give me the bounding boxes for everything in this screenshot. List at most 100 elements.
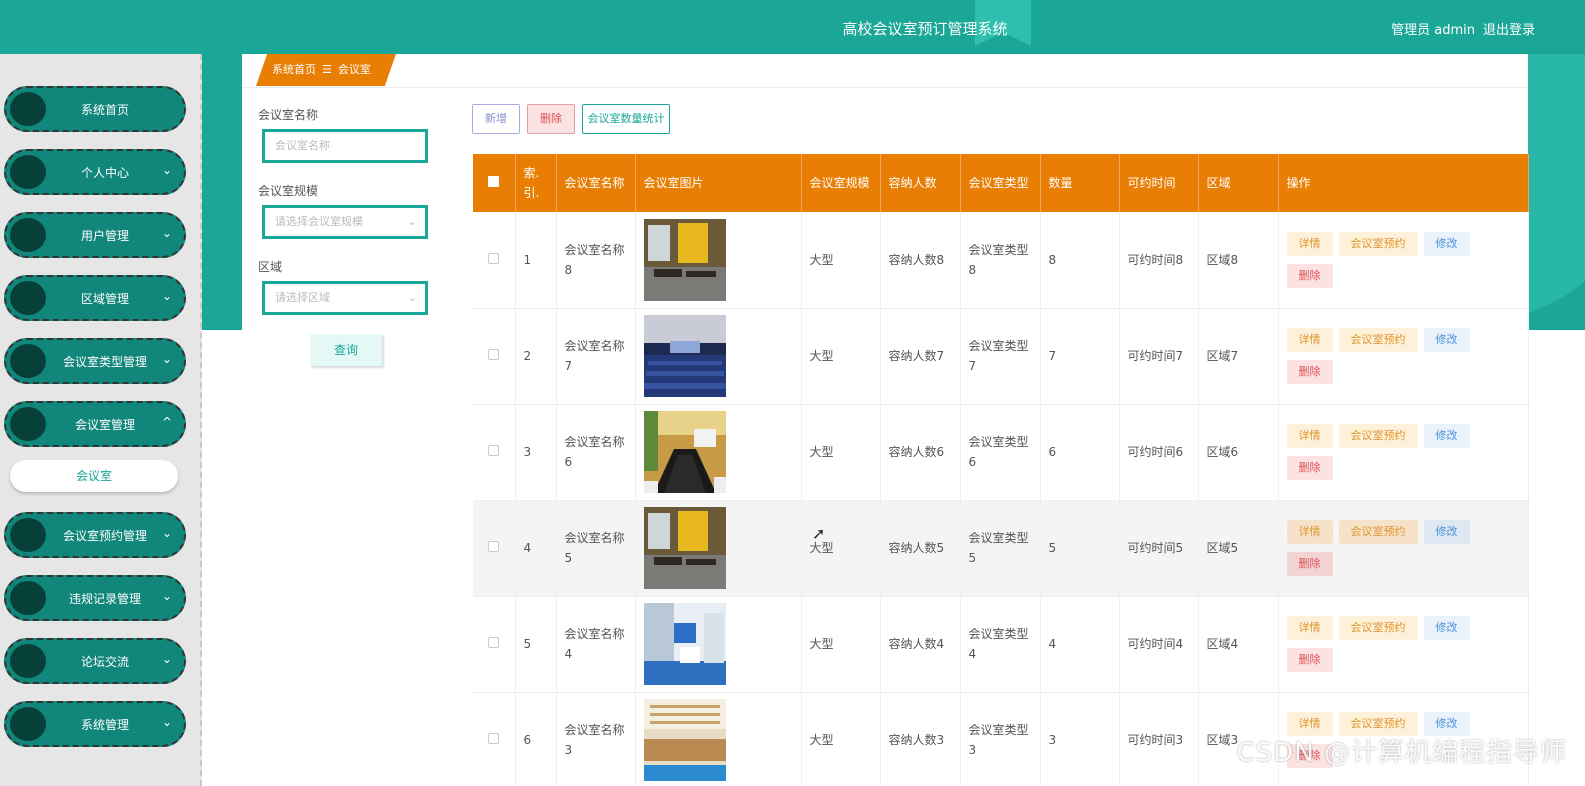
- scale-select[interactable]: 请选择会议室规模 ⌄: [262, 205, 428, 239]
- name-search-input[interactable]: 会议室名称: [262, 129, 428, 163]
- column-header-type: 会议室类型: [960, 154, 1041, 212]
- book-room-button[interactable]: 会议室预约: [1338, 231, 1418, 256]
- chevron-down-icon: ⌄: [161, 715, 172, 729]
- batch-delete-button[interactable]: 删除: [527, 104, 575, 134]
- edit-button[interactable]: 修改: [1423, 328, 1470, 352]
- delete-button[interactable]: 删除: [1286, 648, 1333, 672]
- menu-dot-icon: [10, 407, 46, 441]
- breadcrumb-separator-icon: ☰: [322, 63, 332, 76]
- sidebar-item-2[interactable]: 用户管理 ⌄: [4, 212, 186, 258]
- cell-area: 区域6: [1198, 404, 1279, 501]
- table-row[interactable]: 1 会议室名称8 大型 容纳人数8 会议室类型8 8 可约时间8 区域8 详情 会议室预约 修改 删除: [473, 212, 1529, 309]
- column-header-index: 索.引.: [515, 154, 557, 212]
- book-room-button[interactable]: 会议室预约: [1338, 424, 1418, 448]
- cell-area: 区域4: [1198, 596, 1279, 693]
- cell-count: 7: [1040, 308, 1120, 405]
- cell-scale: 大型: [801, 308, 881, 405]
- chevron-up-icon: ^: [161, 415, 172, 429]
- table-row[interactable]: 3 会议室名称6 大型 容纳人数6 会议室类型6 6 可约时间6 区域6 详情 会议室预约 修改 删除: [473, 404, 1529, 501]
- sidebar-item-5[interactable]: 会议室管理 ^: [4, 401, 186, 447]
- room-photo-image: [643, 218, 793, 301]
- row-select-checkbox[interactable]: [473, 692, 516, 786]
- room-photo-image: [643, 315, 793, 397]
- cell-capacity: 容纳人数3: [880, 692, 961, 786]
- row-select-checkbox[interactable]: [473, 308, 516, 405]
- delete-button[interactable]: 删除: [1286, 360, 1333, 384]
- cell-name: 会议室名称3: [556, 692, 636, 786]
- sidebar-item-7[interactable]: 违规记录管理 ⌄: [4, 575, 186, 621]
- chevron-down-icon: ⌄: [161, 226, 172, 240]
- table-row[interactable]: 5 会议室名称4 大型 容纳人数4 会议室类型4 4 可约时间4 区域4 详情 会议室预约 修改 删除: [473, 596, 1529, 693]
- delete-button[interactable]: 删除: [1286, 456, 1333, 480]
- add-button[interactable]: 新增: [472, 104, 520, 134]
- sidebar: 系统首页 个人中心 ⌄ 用户管理 ⌄ 区域管理 ⌄ 会议室类型管理 ⌄ 会议室管理 ^ 会议室预约管理…: [0, 54, 202, 786]
- menu-dot-icon: [10, 518, 46, 552]
- sidebar-item-0[interactable]: 系统首页: [4, 86, 186, 132]
- checkbox-icon: [488, 176, 500, 187]
- sidebar-item-1[interactable]: 个人中心 ⌄: [4, 149, 186, 195]
- top-header: 高校会议室预订管理系统 管理员 admin 退出登录: [0, 0, 1585, 54]
- cell-count: 6: [1040, 404, 1120, 501]
- room-count-stats-button[interactable]: 会议室数量统计: [582, 104, 670, 134]
- detail-button[interactable]: 详情: [1286, 231, 1333, 256]
- sidebar-item-label: 用户管理: [80, 229, 129, 243]
- cell-index: 6: [515, 692, 557, 786]
- breadcrumb-bar: 系统首页 ☰ 会议室: [242, 54, 1528, 88]
- sidebar-item-label: 系统管理: [80, 718, 129, 732]
- chevron-down-icon: ⌄: [407, 215, 417, 228]
- cell-time: 可约时间7: [1119, 308, 1199, 405]
- cell-scale: 大型: [801, 692, 881, 786]
- detail-button[interactable]: 详情: [1286, 424, 1333, 448]
- detail-button[interactable]: 详情: [1286, 520, 1333, 544]
- checkbox-icon: [488, 637, 500, 648]
- edit-button[interactable]: 修改: [1423, 231, 1470, 256]
- room-table: 索.引. 会议室名称 会议室图片 会议室规模 容纳人数 会议室类型 数量 可约时…: [473, 154, 1529, 786]
- row-select-checkbox[interactable]: [473, 500, 516, 597]
- logout-link[interactable]: 退出登录: [1483, 23, 1535, 38]
- cell-capacity: 容纳人数7: [880, 308, 961, 405]
- row-select-checkbox[interactable]: [473, 596, 516, 693]
- cell-time: 可约时间3: [1119, 692, 1199, 786]
- delete-button[interactable]: 删除: [1286, 552, 1333, 576]
- sidebar-item-6[interactable]: 会议室预约管理 ⌄: [4, 512, 186, 558]
- cell-time: 可约时间6: [1119, 404, 1199, 501]
- watermark: CSDN @计算机编程指导师: [1236, 738, 1567, 768]
- cell-scale: 大型: [801, 596, 881, 693]
- detail-button[interactable]: 详情: [1286, 328, 1333, 352]
- sidebar-item-3[interactable]: 区域管理 ⌄: [4, 275, 186, 321]
- menu-dot-icon: [10, 707, 46, 741]
- cell-actions: 详情 会议室预约 修改删除: [1278, 596, 1529, 693]
- row-select-checkbox[interactable]: [473, 404, 516, 501]
- detail-button[interactable]: 详情: [1286, 616, 1333, 640]
- search-button[interactable]: 查询: [310, 334, 382, 366]
- table-row[interactable]: 2 会议室名称7 大型 容纳人数7 会议室类型7 7 可约时间7 区域7 详情 会议室预约 修改 删除: [473, 308, 1529, 405]
- breadcrumb-home[interactable]: 系统首页: [272, 63, 316, 76]
- sidebar-item-label: 会议室类型管理: [62, 355, 147, 369]
- column-header-area: 区域: [1198, 154, 1279, 212]
- menu-dot-icon: [10, 218, 46, 252]
- row-select-checkbox[interactable]: [473, 212, 516, 309]
- cell-type: 会议室类型8: [960, 212, 1041, 309]
- book-room-button[interactable]: 会议室预约: [1338, 616, 1418, 640]
- sidebar-item-4[interactable]: 会议室类型管理 ⌄: [4, 338, 186, 384]
- book-room-button[interactable]: 会议室预约: [1338, 520, 1418, 544]
- sidebar-subitem-room[interactable]: 会议室: [10, 460, 178, 492]
- select-all-checkbox[interactable]: [473, 154, 516, 212]
- cell-capacity: 容纳人数4: [880, 596, 961, 693]
- edit-button[interactable]: 修改: [1423, 424, 1470, 448]
- area-select[interactable]: 请选择区域 ⌄: [262, 281, 428, 315]
- sidebar-item-label: 违规记录管理: [68, 592, 141, 606]
- delete-button[interactable]: 删除: [1286, 263, 1333, 288]
- sidebar-item-9[interactable]: 系统管理 ⌄: [4, 701, 186, 747]
- sidebar-item-label: 系统首页: [80, 103, 129, 117]
- user-area: 管理员 admin 退出登录: [1383, 19, 1535, 38]
- edit-button[interactable]: 修改: [1423, 520, 1470, 544]
- cell-type: 会议室类型5: [960, 500, 1041, 597]
- table-row[interactable]: 4 会议室名称5 大型 容纳人数5 会议室类型5 5 可约时间5 区域5 详情 会议室预约 修改 删除: [473, 500, 1529, 597]
- edit-button[interactable]: 修改: [1423, 616, 1470, 640]
- sidebar-item-label: 个人中心: [80, 166, 129, 180]
- name-search-placeholder: 会议室名称: [275, 139, 330, 152]
- cell-actions: 详情 会议室预约 修改删除: [1278, 404, 1529, 501]
- book-room-button[interactable]: 会议室预约: [1338, 328, 1418, 352]
- sidebar-item-8[interactable]: 论坛交流 ⌄: [4, 638, 186, 684]
